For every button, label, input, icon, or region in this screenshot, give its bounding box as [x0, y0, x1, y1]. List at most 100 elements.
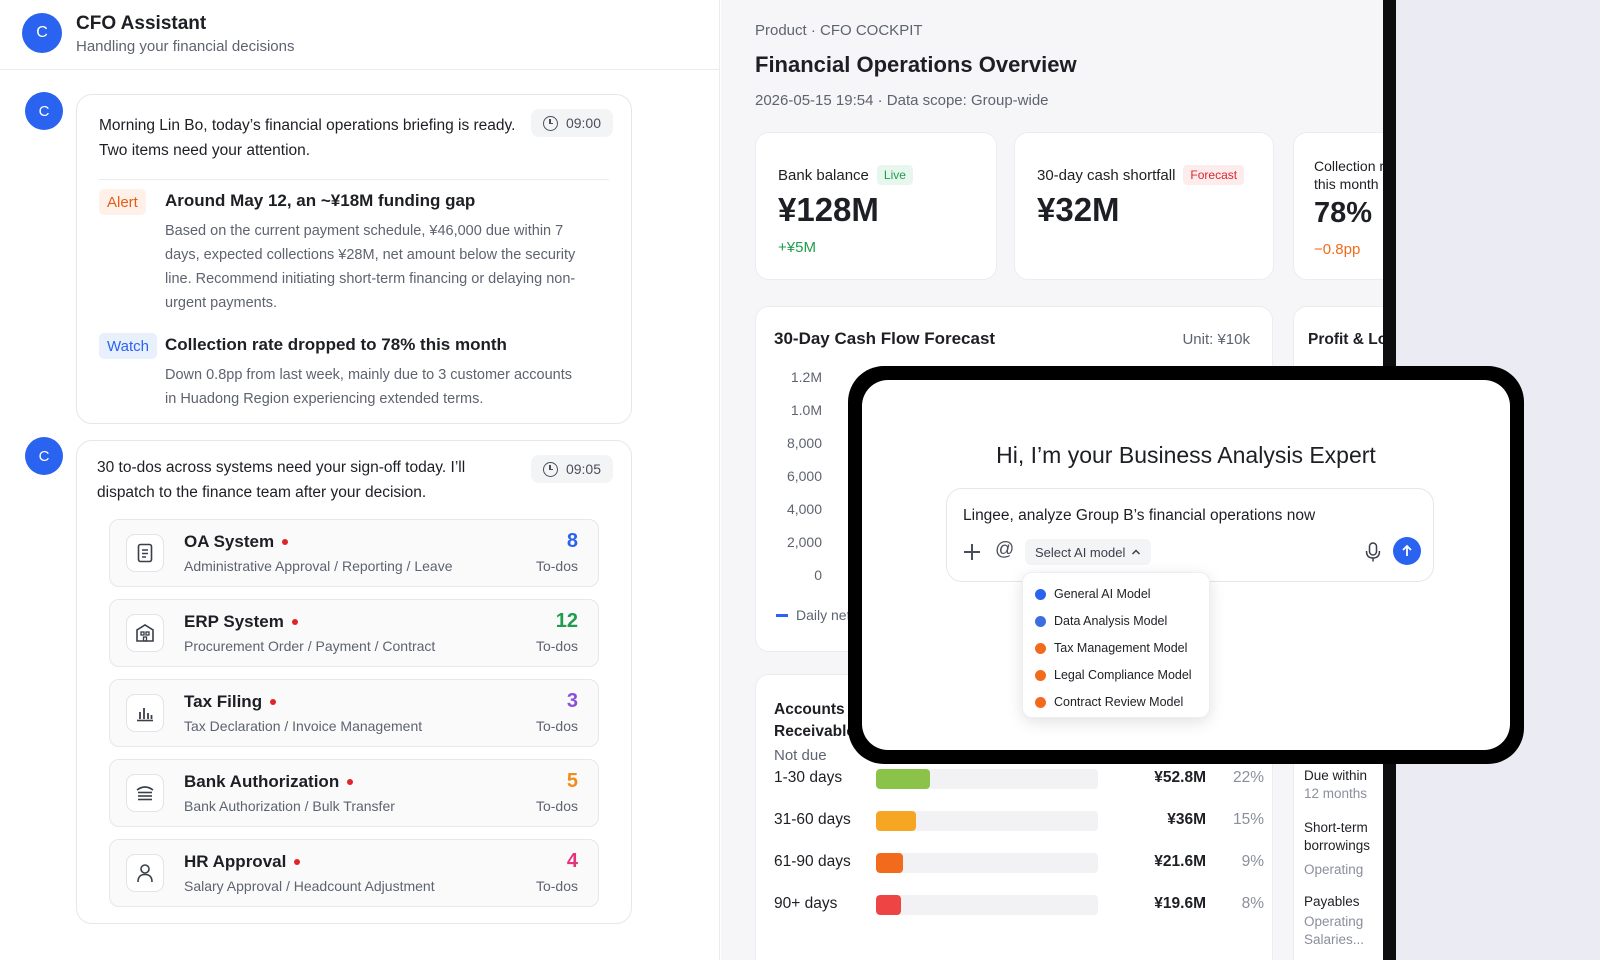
todo-count: 8 [566, 530, 578, 552]
message-time-text: 09:05 [565, 461, 601, 477]
todo-name: ERP System [184, 612, 298, 632]
prompt-box[interactable]: Lingee, analyze Group B’s financial oper… [946, 488, 1434, 582]
payables-label: Payables [1304, 894, 1360, 909]
kpi-label: 30-day cash shortfall Forecast [1037, 165, 1245, 185]
message-time: 09:05 [530, 455, 613, 483]
kpi-cash-shortfall[interactable]: 30-day cash shortfall Forecast ¥32M [1014, 132, 1274, 280]
y-tick: 0 [814, 567, 822, 583]
unread-dot [282, 539, 289, 545]
ar-title-line2: Receivable [774, 723, 855, 740]
ar-aging-row[interactable]: 61-90 days ¥21.6M 9% [774, 851, 1264, 875]
prompt-text[interactable]: Lingee, analyze Group B’s financial oper… [963, 507, 1315, 525]
model-option[interactable]: Data Analysis Model [1035, 610, 1167, 632]
model-option[interactable]: Legal Compliance Model [1035, 664, 1192, 686]
ar-bucket-label: 61-90 days [774, 853, 851, 870]
unread-dot [291, 619, 298, 625]
todo-tax-filing[interactable]: Tax Filing Tax Declaration / Invoice Man… [109, 679, 599, 747]
chat-header: C CFO Assistant Handling your financial … [0, 0, 720, 70]
ar-aging-row[interactable]: 90+ days ¥19.6M 8% [774, 893, 1264, 917]
todo-hr-approval[interactable]: HR Approval Salary Approval / Headcount … [109, 839, 599, 907]
ar-bar-track [876, 811, 1098, 831]
ar-bucket-label: 1-30 days [774, 769, 843, 786]
kpi-label-line2: this month [1314, 176, 1379, 192]
ar-bar-fill [876, 895, 901, 915]
todo-bank-authorization[interactable]: Bank Authorization Bank Authorization / … [109, 759, 599, 827]
ar-bar-fill [876, 853, 903, 873]
briefing-intro: Morning Lin Bo, today’s financial operat… [99, 113, 519, 163]
y-tick: 1.2M [790, 369, 822, 385]
kpi-label-text: Bank balance [778, 166, 869, 184]
ar-bar-fill [876, 811, 916, 831]
ar-percent: 15% [1232, 811, 1264, 828]
ar-amount: ¥52.8M [1154, 769, 1206, 786]
bar-chart-icon [126, 694, 164, 732]
todo-name-text: Bank Authorization [184, 772, 340, 791]
ar-bar-track [876, 769, 1098, 789]
model-icon [1035, 696, 1046, 708]
todos-intro-line2: dispatch to the finance team after your … [97, 484, 427, 501]
mention-icon[interactable]: @ [995, 539, 1014, 561]
legend-label: Daily net [796, 607, 851, 623]
ar-not-due: Not due [774, 747, 827, 764]
ar-aging-row[interactable]: 1-30 days ¥52.8M 22% [774, 767, 1264, 791]
model-icon [1035, 588, 1046, 600]
ai-assistant-popup: Hi, I’m your Business Analysis Expert Li… [848, 366, 1524, 764]
assistant-subtitle: Handling your financial decisions [76, 38, 295, 55]
send-button[interactable] [1393, 537, 1421, 565]
alert-tag: Alert [99, 189, 146, 215]
kpi-value: 78% [1314, 197, 1373, 229]
short-term-borrowings-label: Short-term borrowings [1304, 819, 1370, 855]
message-time-text: 09:00 [565, 115, 601, 131]
model-select-label: Select AI model [1035, 544, 1126, 560]
briefing-intro-line1: Morning Lin Bo, today’s financial operat… [99, 117, 516, 134]
person-icon [126, 854, 164, 892]
microphone-icon[interactable] [1363, 541, 1383, 563]
y-tick: 1.0M [790, 402, 822, 418]
model-option[interactable]: Tax Management Model [1035, 637, 1187, 659]
ar-percent: 9% [1241, 853, 1264, 870]
ar-amount: ¥36M [1167, 811, 1206, 828]
todos-intro-line1: 30 to-dos across systems need your sign-… [97, 459, 466, 476]
bank-icon [126, 774, 164, 812]
short-term-line2: borrowings [1304, 838, 1371, 853]
model-option[interactable]: Contract Review Model [1035, 691, 1183, 713]
page-title: Financial Operations Overview [755, 52, 1077, 77]
message-avatar: C [25, 437, 63, 475]
clock-icon [542, 115, 558, 131]
kpi-delta: +¥5M [778, 239, 816, 256]
alert-title: Around May 12, an ~¥18M funding gap [165, 191, 476, 210]
kpi-collection-rate[interactable]: Collection ra this month 78% −0.8pp [1293, 132, 1384, 280]
data-scope-meta: 2026-05-15 19:54 · Data scope: Group-wid… [755, 92, 1049, 109]
add-icon[interactable] [963, 543, 981, 561]
forecast-chip: Forecast [1183, 165, 1245, 185]
legend-swatch [776, 613, 788, 617]
model-option[interactable]: General AI Model [1035, 583, 1151, 605]
alert-body: Based on the current payment schedule, ¥… [165, 223, 576, 311]
unread-dot [294, 859, 301, 865]
todo-count: 4 [566, 850, 578, 872]
todo-erp-system[interactable]: ERP System Procurement Order / Payment /… [109, 599, 599, 667]
todo-desc: Salary Approval / Headcount Adjustment [184, 878, 435, 894]
ar-amount: ¥19.6M [1154, 895, 1206, 912]
todo-desc: Administrative Approval / Reporting / Le… [184, 558, 453, 574]
todo-name: Tax Filing [184, 692, 277, 712]
todo-unit: To-dos [535, 878, 578, 894]
chart-legend: Daily net [776, 607, 850, 623]
cashflow-title: 30-Day Cash Flow Forecast [774, 329, 996, 348]
model-select[interactable]: Select AI model [1025, 539, 1152, 565]
model-icon [1035, 615, 1046, 627]
kpi-bank-balance[interactable]: Bank balance Live ¥128M +¥5M [755, 132, 997, 280]
todos-message: 30 to-dos across systems need your sign-… [76, 440, 632, 924]
todo-oa-system[interactable]: OA System Administrative Approval / Repo… [109, 519, 599, 587]
todo-desc: Bank Authorization / Bulk Transfer [184, 798, 395, 814]
ar-aging-row[interactable]: 31-60 days ¥36M 15% [774, 809, 1264, 833]
model-icon [1035, 642, 1046, 654]
message-avatar: C [25, 92, 63, 130]
todos-intro: 30 to-dos across systems need your sign-… [97, 455, 517, 505]
unread-dot [270, 699, 277, 705]
arrow-up-icon [1402, 544, 1412, 556]
popup-body: Hi, I’m your Business Analysis Expert Li… [862, 380, 1510, 750]
breadcrumb: Product · CFO COCKPIT [755, 22, 923, 39]
todo-count: 5 [566, 770, 578, 792]
model-option-label: Tax Management Model [1054, 641, 1188, 655]
